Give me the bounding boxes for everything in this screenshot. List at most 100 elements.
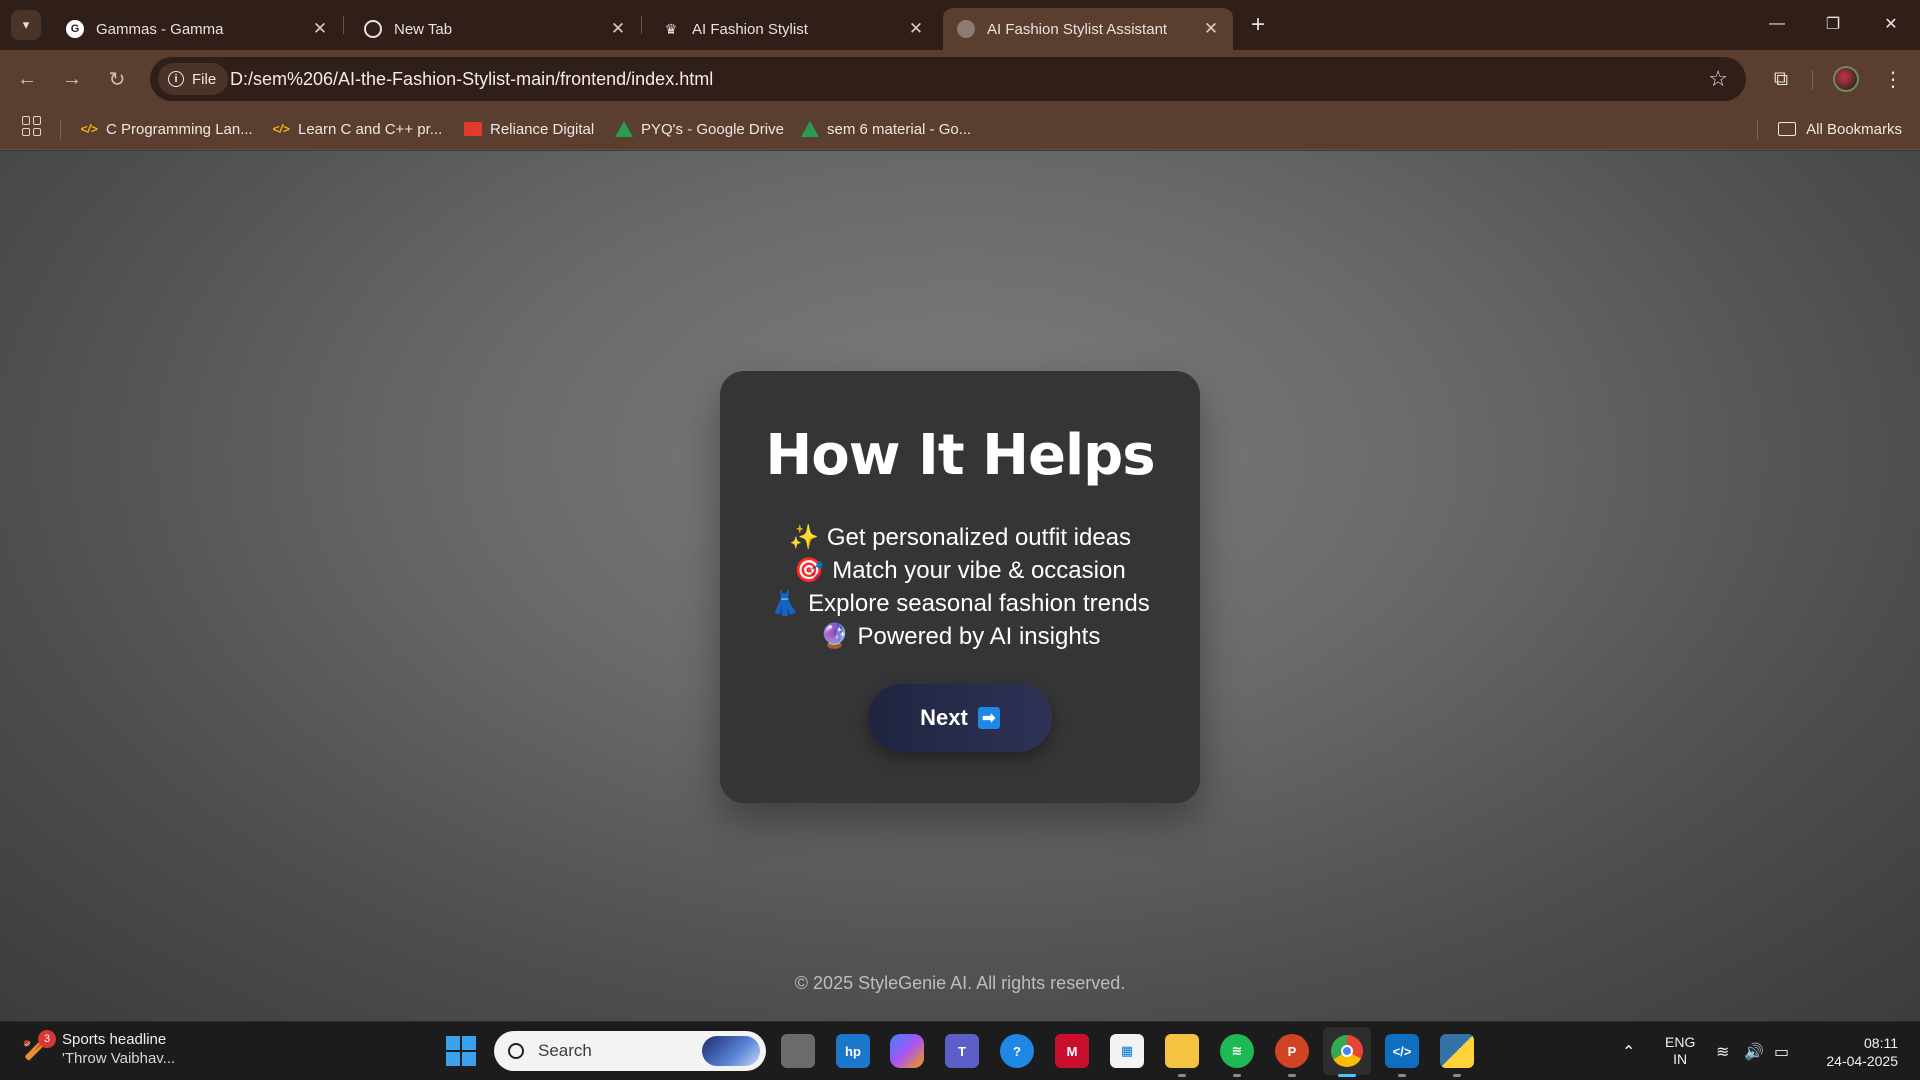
- system-clock[interactable]: 08:11 24-04-2025: [1818, 1034, 1898, 1070]
- bookmark-pyqs-drive[interactable]: PYQ's - Google Drive: [615, 116, 784, 142]
- file-explorer-icon[interactable]: [1165, 1034, 1199, 1068]
- running-indicator: [1178, 1074, 1186, 1077]
- microsoft-store-icon[interactable]: ▦: [1110, 1034, 1144, 1068]
- tab-strip: ▾ G Gammas - Gamma ✕ New Tab ✕ ♛ AI Fash…: [0, 0, 1920, 50]
- close-tab-icon[interactable]: ✕: [308, 19, 332, 39]
- bookmark-separator: [60, 120, 61, 140]
- clock-date: 24-04-2025: [1826, 1053, 1898, 1069]
- gamma-favicon-icon: G: [66, 20, 84, 38]
- bookmark-label: Reliance Digital: [490, 120, 595, 138]
- feature-item: ✨ Get personalized outfit ideas: [720, 521, 1200, 554]
- show-hidden-icons[interactable]: ⌃: [1622, 1022, 1635, 1080]
- tab-search-button[interactable]: ▾: [11, 10, 41, 40]
- close-window-button[interactable]: ✕: [1868, 6, 1914, 42]
- bookmark-separator: [1757, 120, 1758, 140]
- all-bookmarks-button[interactable]: All Bookmarks: [1778, 116, 1902, 142]
- start-button[interactable]: [446, 1036, 476, 1066]
- chrome-taskbar-icon[interactable]: [1323, 1027, 1371, 1075]
- restore-icon: ❐: [1825, 16, 1841, 33]
- tab-title: New Tab: [394, 20, 453, 38]
- chrome-icon: [1331, 1035, 1363, 1067]
- forward-button[interactable]: →: [57, 64, 87, 94]
- folder-icon: [1778, 122, 1797, 136]
- news-title: Sports headline: [62, 1031, 167, 1048]
- feature-text: Match your vibe & occasion: [832, 557, 1126, 584]
- battery-icon[interactable]: ▭: [1774, 1022, 1789, 1080]
- bookmark-sem6-material[interactable]: sem 6 material - Go...: [801, 116, 971, 142]
- close-tab-icon[interactable]: ✕: [1199, 19, 1223, 39]
- vscode-icon[interactable]: </>: [1385, 1034, 1419, 1068]
- tab-gammas[interactable]: G Gammas - Gamma ✕: [52, 8, 342, 50]
- bookmark-learn-c[interactable]: </> Learn C and C++ pr...: [272, 116, 442, 142]
- tab-separator: [641, 16, 642, 34]
- tab-title: Gammas - Gamma: [96, 20, 224, 38]
- menu-kebab-icon[interactable]: ⋮: [1878, 64, 1908, 94]
- reload-icon: ↻: [108, 68, 126, 91]
- copilot-icon[interactable]: [890, 1034, 924, 1068]
- tab-title: AI Fashion Stylist: [692, 20, 808, 38]
- bookmark-label: sem 6 material - Go...: [827, 120, 972, 138]
- toolbar-separator: [1812, 70, 1813, 90]
- next-button[interactable]: Next ➡: [868, 684, 1052, 752]
- codewithharry-icon: </>: [272, 122, 290, 136]
- bookmark-c-programming[interactable]: </> C Programming Lan...: [80, 116, 253, 142]
- plus-icon: +: [1250, 11, 1265, 38]
- language-code: ENG: [1665, 1034, 1696, 1050]
- bookmark-reliance-digital[interactable]: Reliance Digital: [464, 116, 594, 142]
- page-footer: © 2025 StyleGenie AI. All rights reserve…: [794, 973, 1126, 993]
- reload-button[interactable]: ↻: [102, 64, 132, 94]
- running-indicator: [1398, 1074, 1406, 1077]
- minimize-icon: —: [1769, 15, 1785, 32]
- close-tab-icon[interactable]: ✕: [904, 19, 928, 39]
- spotify-icon[interactable]: ≋: [1220, 1034, 1254, 1068]
- bookmark-label: C Programming Lan...: [106, 120, 253, 138]
- arrow-right-icon: →: [62, 67, 82, 90]
- back-button[interactable]: ←: [12, 64, 42, 94]
- crystal-ball-icon: 🔮: [819, 622, 850, 650]
- sparkles-icon: ✨: [788, 523, 819, 551]
- taskbar-search[interactable]: Search: [494, 1031, 766, 1071]
- url-text[interactable]: D:/sem%206/AI-the-Fashion-Stylist-main/f…: [230, 69, 713, 90]
- running-indicator: [1453, 1074, 1461, 1077]
- apps-grid-icon[interactable]: [22, 116, 42, 136]
- task-view-icon[interactable]: [781, 1034, 815, 1068]
- volume-icon[interactable]: 🔊: [1744, 1022, 1764, 1080]
- feature-item: 🎯 Match your vibe & occasion: [720, 554, 1200, 587]
- windows-taskbar: 🏏 3 Sports headline 'Throw Vaibhav... Se…: [0, 1021, 1920, 1080]
- bookmark-star-icon[interactable]: ☆: [1708, 66, 1728, 92]
- bookmarks-bar: </> C Programming Lan... </> Learn C and…: [0, 108, 1920, 150]
- help-icon[interactable]: ?: [1000, 1034, 1034, 1068]
- tab-ai-fashion-stylist[interactable]: ♛ AI Fashion Stylist ✕: [648, 8, 938, 50]
- news-widget[interactable]: 🏏 3 Sports headline 'Throw Vaibhav...: [22, 1030, 175, 1068]
- mcafee-icon[interactable]: M: [1055, 1034, 1089, 1068]
- target-icon: 🎯: [794, 556, 825, 584]
- myhp-icon[interactable]: hp: [836, 1034, 870, 1068]
- restore-button[interactable]: ❐: [1810, 6, 1856, 42]
- language-indicator[interactable]: ENG IN: [1665, 1034, 1695, 1068]
- teams-icon[interactable]: T: [945, 1034, 979, 1068]
- news-subtitle: 'Throw Vaibhav...: [62, 1050, 176, 1067]
- new-tab-button[interactable]: +: [1243, 10, 1273, 40]
- python-icon[interactable]: [1440, 1034, 1474, 1068]
- powerpoint-icon[interactable]: P: [1275, 1034, 1309, 1068]
- feature-text: Explore seasonal fashion trends: [808, 590, 1150, 617]
- search-highlight-image: [702, 1036, 760, 1066]
- google-drive-icon: [615, 121, 633, 137]
- wifi-icon[interactable]: ≋: [1716, 1022, 1729, 1080]
- notification-badge: 3: [38, 1030, 56, 1048]
- extensions-icon[interactable]: ⧉: [1766, 64, 1796, 94]
- feature-item: 🔮 Powered by AI insights: [720, 620, 1200, 653]
- tab-new-tab[interactable]: New Tab ✕: [350, 8, 640, 50]
- profile-avatar[interactable]: [1833, 66, 1859, 92]
- next-button-label: Next: [920, 705, 968, 730]
- page-title: How It Helps: [765, 423, 1155, 488]
- close-tab-icon[interactable]: ✕: [606, 19, 630, 39]
- bookmark-label: Learn C and C++ pr...: [298, 120, 443, 138]
- minimize-button[interactable]: —: [1754, 6, 1800, 42]
- tab-ai-fashion-stylist-assistant[interactable]: AI Fashion Stylist Assistant ✕: [943, 8, 1233, 50]
- address-bar[interactable]: i File D:/sem%206/AI-the-Fashion-Stylist…: [150, 57, 1746, 101]
- site-info-chip[interactable]: i File: [158, 63, 229, 95]
- arrow-right-icon: ➡: [977, 707, 1000, 729]
- clock-time: 08:11: [1864, 1035, 1898, 1051]
- tab-separator: [343, 16, 344, 34]
